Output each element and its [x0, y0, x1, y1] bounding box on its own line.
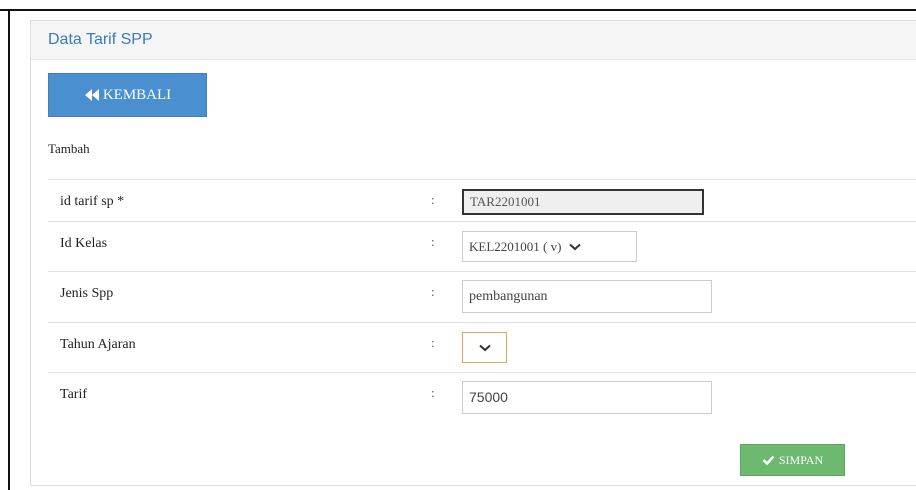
id-kelas-label: Id Kelas: [60, 236, 108, 251]
chevron-down-icon: [569, 243, 582, 250]
tahun-ajaran-select[interactable]: [462, 332, 507, 363]
jenis-spp-input[interactable]: pembangunan: [462, 280, 712, 313]
tarif-label: Tarif: [60, 387, 88, 402]
id-kelas-select-value: KEL2201001 ( v): [469, 238, 562, 254]
id-kelas-select[interactable]: KEL2201001 ( v): [462, 231, 637, 262]
form-row-tahun-ajaran: Tahun Ajaran :: [48, 322, 916, 372]
form-row-id-tarif: id tarif sp * : TAR2201001: [48, 179, 916, 221]
id-tarif-label: id tarif sp *: [60, 194, 125, 209]
separator-colon: :: [431, 385, 435, 400]
id-tarif-input[interactable]: TAR2201001: [462, 189, 704, 215]
back-button[interactable]: KEMBALI: [48, 73, 207, 117]
separator-colon: :: [431, 234, 435, 249]
panel-title: Data Tarif SPP: [31, 21, 916, 60]
tarif-input[interactable]: 75000: [462, 381, 712, 414]
separator-colon: :: [431, 192, 435, 207]
form-row-id-kelas: Id Kelas : KEL2201001 ( v): [48, 221, 916, 271]
form-row-tarif: Tarif : 75000: [48, 372, 916, 428]
back-button-label: KEMBALI: [102, 86, 172, 103]
separator-colon: :: [431, 284, 435, 299]
save-button[interactable]: SIMPAN: [740, 444, 845, 476]
check-icon: [762, 455, 775, 465]
section-title: Tambah: [48, 141, 90, 156]
form-row-jenis-spp: Jenis Spp : pembangunan: [48, 271, 916, 322]
tahun-ajaran-label: Tahun Ajaran: [60, 337, 136, 352]
window-frame-left: [8, 9, 10, 490]
separator-colon: :: [431, 335, 435, 350]
save-button-label: SIMPAN: [778, 452, 824, 467]
double-chevron-left-icon: [84, 89, 99, 101]
chevron-down-icon: [478, 344, 491, 351]
window-frame-top: [0, 9, 916, 11]
tarif-panel: Data Tarif SPP KEMBALI Tambah id tarif s…: [30, 20, 916, 486]
jenis-spp-label: Jenis Spp: [60, 286, 114, 301]
